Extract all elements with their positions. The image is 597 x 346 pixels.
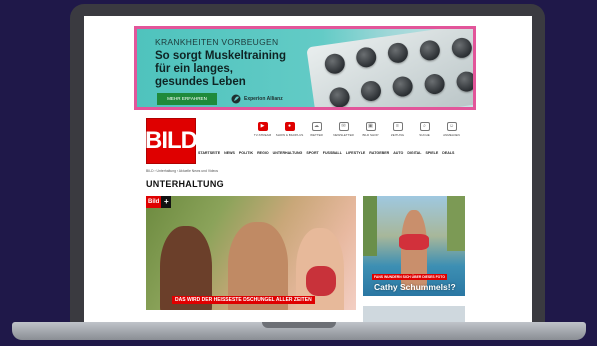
side-teaser-kicker: FANS WUNDERN SICH ÜBER DIESES FOTO — [372, 274, 447, 280]
side-teaser-image[interactable] — [363, 196, 465, 296]
top-item-paper[interactable]: ≡ ZEITUNG — [389, 122, 406, 137]
top-item-shop[interactable]: ▣ BILD SHOP — [362, 122, 379, 137]
nav-item-auto[interactable]: AUTO — [393, 151, 403, 155]
main-nav: STARTSEITE NEWS POLITIK REGIO UNTERHALTU… — [198, 151, 454, 155]
ad-kicker: KRANKHEITEN VORBEUGEN — [155, 37, 279, 47]
nav-item-unterhaltung[interactable]: UNTERHALTUNG — [273, 151, 303, 155]
bild-logo[interactable]: BILD — [145, 118, 198, 164]
laptop-base — [12, 322, 586, 340]
shop-icon: ▣ — [365, 122, 376, 131]
bildplus-badge: Bild + — [146, 196, 172, 208]
main-teaser-image[interactable] — [146, 196, 356, 310]
main-teaser-caption[interactable]: DAS WIRD DER HEISSESTE DSCHUNGEL ALLER Z… — [172, 296, 315, 304]
nav-item-deals[interactable]: DEALS — [442, 151, 454, 155]
ad-headline: So sorgt Muskeltraining für ein langes, … — [155, 50, 286, 88]
top-item-bild-live[interactable]: ● SHOW & BILDPLUS — [276, 122, 303, 137]
top-item-weather[interactable]: ☁ WETTER — [308, 122, 325, 137]
search-icon: ⌕ — [419, 122, 430, 131]
nav-item-news[interactable]: NEWS — [224, 151, 235, 155]
top-item-search[interactable]: ⌕ SUCHE — [416, 122, 433, 137]
nav-item-ratgeber[interactable]: RATGEBER — [369, 151, 389, 155]
bild-live-icon: ● — [284, 122, 295, 131]
laptop-screen: KRANKHEITEN VORBEUGEN So sorgt Muskeltra… — [84, 16, 532, 326]
nav-item-politik[interactable]: POLITIK — [239, 151, 253, 155]
top-item-label: WETTER — [310, 133, 323, 137]
ad-brand: Experion Allianz — [231, 94, 283, 104]
brand-leaf-icon — [231, 94, 241, 104]
top-item-label: SUCHE — [419, 133, 430, 137]
paper-icon: ≡ — [392, 122, 403, 131]
ad-banner[interactable]: KRANKHEITEN VORBEUGEN So sorgt Muskeltra… — [134, 26, 476, 110]
nav-item-spiele[interactable]: SPIELE — [425, 151, 438, 155]
ad-brand-name: Experion Allianz — [244, 96, 283, 102]
weather-icon: ☁ — [311, 122, 322, 131]
top-item-label: ZEITUNG — [390, 133, 405, 137]
plus-icon: + — [161, 196, 172, 208]
top-item-label: SHOW & BILDPLUS — [275, 133, 304, 137]
nav-item-regio[interactable]: REGIO — [257, 151, 269, 155]
page-title: UNTERHALTUNG — [146, 179, 224, 189]
nav-item-digital[interactable]: DIGITAL — [407, 151, 421, 155]
top-item-label: TV-STREAM — [253, 133, 272, 137]
top-item-label: ANMELDEN — [443, 133, 460, 137]
ad-cta-button[interactable]: MEHR ERFAHREN — [157, 93, 217, 105]
top-item-label: BILD SHOP — [362, 133, 379, 137]
top-item-tv[interactable]: ▶ TV-STREAM — [254, 122, 271, 137]
bildplus-label: Bild — [146, 196, 162, 208]
laptop-notch — [262, 322, 336, 328]
top-item-label: NEWSLETTER — [333, 133, 354, 137]
tv-icon: ▶ — [257, 122, 268, 131]
top-item-login[interactable]: ☺ ANMELDEN — [443, 122, 460, 137]
nav-item-startseite[interactable]: STARTSEITE — [198, 151, 220, 155]
top-item-newsletter[interactable]: ✉ NEWSLETTER — [333, 122, 354, 137]
top-icon-bar: ▶ TV-STREAM ● SHOW & BILDPLUS ☁ WETTER ✉… — [254, 122, 460, 137]
nav-item-lifestyle[interactable]: LIFESTYLE — [346, 151, 365, 155]
user-icon: ☺ — [446, 122, 457, 131]
nav-item-fussball[interactable]: FUSSBALL — [323, 151, 342, 155]
breadcrumb[interactable]: BILD › Unterhaltung › Aktuelle News und … — [146, 169, 218, 173]
pill-blister-image — [306, 29, 473, 107]
nav-item-sport[interactable]: SPORT — [306, 151, 318, 155]
side-teaser-headline[interactable]: Cathy Schummels!? — [374, 282, 456, 292]
newsletter-icon: ✉ — [338, 122, 349, 131]
